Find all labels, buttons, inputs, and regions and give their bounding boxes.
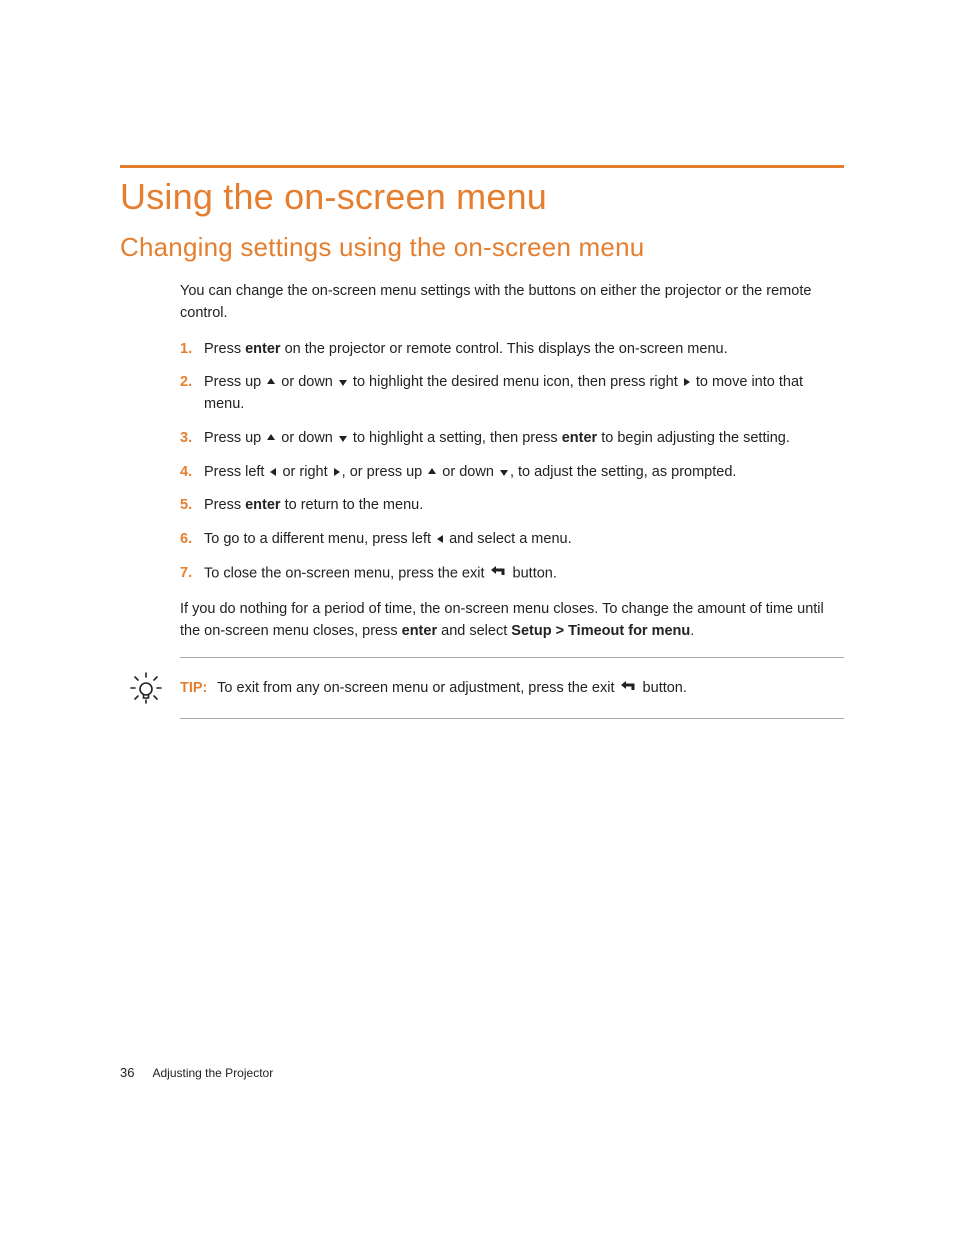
step-text: Press up or down to highlight a setting,… — [204, 428, 844, 450]
step-number: 4. — [180, 462, 204, 484]
step-text: To close the on-screen menu, press the e… — [204, 563, 844, 585]
step-number: 7. — [180, 563, 204, 585]
arrow-up-icon — [428, 468, 436, 474]
arrow-down-icon — [339, 436, 347, 442]
tip-label: TIP: — [180, 680, 207, 696]
arrow-down-icon — [500, 470, 508, 476]
exit-icon — [621, 679, 637, 695]
arrow-left-icon — [437, 535, 443, 543]
step-number: 1. — [180, 339, 204, 361]
heading-2: Changing settings using the on-screen me… — [120, 232, 844, 263]
arrow-up-icon — [267, 434, 275, 440]
step-item: 7.To close the on-screen menu, press the… — [180, 563, 844, 585]
step-item: 2.Press up or down to highlight the desi… — [180, 372, 844, 416]
arrow-up-icon — [267, 378, 275, 384]
step-text: Press enter on the projector or remote c… — [204, 339, 844, 361]
intro-paragraph: You can change the on-screen menu settin… — [180, 281, 844, 325]
body-content: You can change the on-screen menu settin… — [180, 281, 844, 643]
heading-1: Using the on-screen menu — [120, 176, 844, 218]
step-text: Press up or down to highlight the desire… — [204, 372, 844, 416]
tip-body: To exit from any on-screen menu or adjus… — [217, 680, 687, 696]
bold-text: enter — [562, 430, 597, 446]
step-text: Press enter to return to the menu. — [204, 495, 844, 517]
arrow-left-icon — [270, 468, 276, 476]
bold-text: enter — [245, 341, 280, 357]
outro-paragraph: If you do nothing for a period of time, … — [180, 599, 844, 643]
page-number: 36 — [120, 1065, 134, 1080]
bold-text: enter — [402, 623, 437, 639]
step-item: 4.Press left or right , or press up or d… — [180, 462, 844, 484]
arrow-down-icon — [339, 380, 347, 386]
tip-text: TIP: To exit from any on-screen menu or … — [180, 680, 687, 696]
footer-section: Adjusting the Projector — [152, 1066, 273, 1080]
step-number: 5. — [180, 495, 204, 517]
step-item: 6.To go to a different menu, press left … — [180, 529, 844, 551]
arrow-right-icon — [334, 468, 340, 476]
step-text: Press left or right , or press up or dow… — [204, 462, 844, 484]
page-footer: 36 Adjusting the Projector — [120, 1065, 273, 1080]
bold-text: enter — [245, 497, 280, 513]
step-number: 3. — [180, 428, 204, 450]
step-item: 1.Press enter on the projector or remote… — [180, 339, 844, 361]
tip-block: TIP: To exit from any on-screen menu or … — [180, 657, 844, 719]
lightbulb-icon — [124, 670, 168, 706]
step-text: To go to a different menu, press left an… — [204, 529, 844, 551]
arrow-right-icon — [684, 378, 690, 386]
steps-list: 1.Press enter on the projector or remote… — [180, 339, 844, 586]
step-number: 6. — [180, 529, 204, 551]
exit-icon — [491, 562, 507, 584]
bold-text: Setup > Timeout for menu — [511, 623, 690, 639]
document-page: Using the on-screen menu Changing settin… — [0, 0, 954, 1235]
step-item: 5.Press enter to return to the menu. — [180, 495, 844, 517]
heading-rule — [120, 165, 844, 168]
step-item: 3.Press up or down to highlight a settin… — [180, 428, 844, 450]
step-number: 2. — [180, 372, 204, 394]
